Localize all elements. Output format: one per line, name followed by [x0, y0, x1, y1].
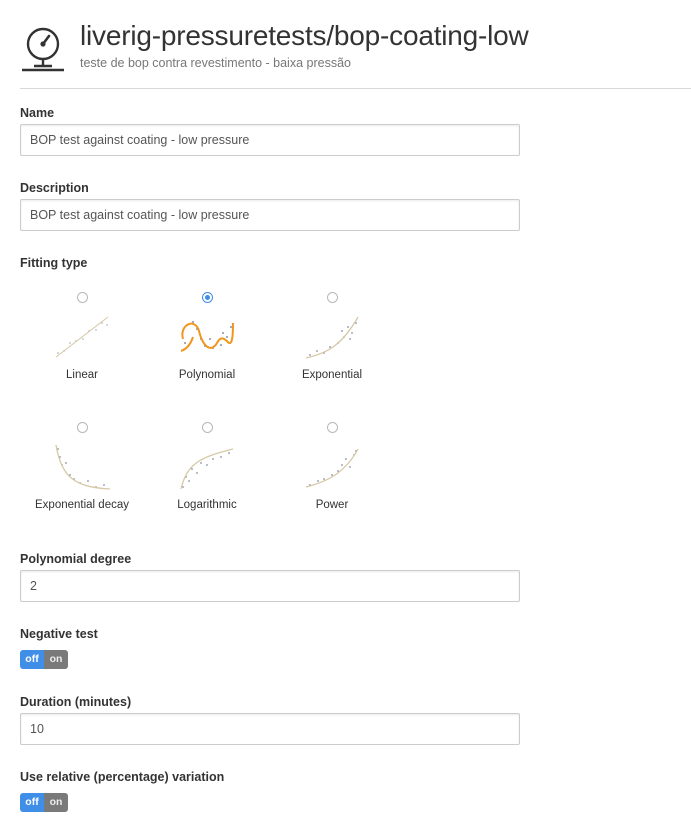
logarithmic-radio[interactable] [201, 422, 213, 433]
exponential-fit-icon [305, 316, 359, 359]
negative-test-label: Negative test [20, 627, 98, 641]
linear-radio[interactable] [76, 292, 88, 303]
logarithmic-label: Logarithmic [177, 499, 237, 511]
name-label: Name [20, 106, 55, 120]
power-label: Power [315, 499, 349, 511]
exponential-decay-label: Exponential decay [35, 499, 129, 511]
fitting-option-polynomial[interactable]: Polynomial [152, 292, 262, 381]
page-header: liverig-pressuretests/bop-coating-low te… [20, 18, 691, 89]
exponential-radio[interactable] [326, 292, 338, 303]
description-label: Description [20, 181, 89, 195]
negative-test-toggle[interactable]: off on [20, 650, 68, 669]
duration-label: Duration (minutes) [20, 695, 132, 709]
fitting-option-power[interactable]: Power [277, 422, 387, 511]
negative-test-on[interactable]: on [44, 650, 68, 669]
linear-fit-icon [55, 316, 109, 358]
polynomial-degree-input[interactable]: 2 [20, 570, 520, 602]
fitting-option-logarithmic[interactable]: Logarithmic [152, 422, 262, 511]
page-title: liverig-pressuretests/bop-coating-low [80, 20, 529, 51]
exponential-label: Exponential [301, 369, 363, 381]
exponential-decay-fit-icon [55, 444, 111, 490]
description-input[interactable]: BOP test against coating - low pressure [20, 199, 520, 231]
logarithmic-fit-icon [180, 448, 234, 490]
name-input[interactable]: BOP test against coating - low pressure [20, 124, 520, 156]
relative-variation-toggle[interactable]: off on [20, 793, 68, 812]
relative-variation-on[interactable]: on [44, 793, 68, 812]
polynomial-fit-icon [180, 321, 234, 352]
fitting-type-label: Fitting type [20, 256, 88, 270]
relative-variation-label: Use relative (percentage) variation [20, 770, 225, 784]
power-fit-icon [305, 448, 359, 488]
duration-input[interactable]: 10 [20, 713, 520, 745]
relative-variation-off[interactable]: off [20, 793, 44, 812]
page-subtitle: teste de bop contra revestimento - baixa… [80, 56, 351, 70]
pressure-gauge-icon [22, 27, 64, 72]
polynomial-radio[interactable] [201, 292, 213, 303]
power-radio[interactable] [326, 422, 338, 433]
polynomial-label: Polynomial [178, 369, 236, 381]
linear-label: Linear [66, 369, 98, 381]
polynomial-degree-label: Polynomial degree [20, 552, 132, 566]
fitting-option-exponential[interactable]: Exponential [277, 292, 387, 381]
exponential-decay-radio[interactable] [76, 422, 88, 433]
fitting-option-exponential-decay[interactable]: Exponential decay [27, 422, 137, 511]
negative-test-off[interactable]: off [20, 650, 44, 669]
fitting-option-linear[interactable]: Linear [27, 292, 137, 381]
